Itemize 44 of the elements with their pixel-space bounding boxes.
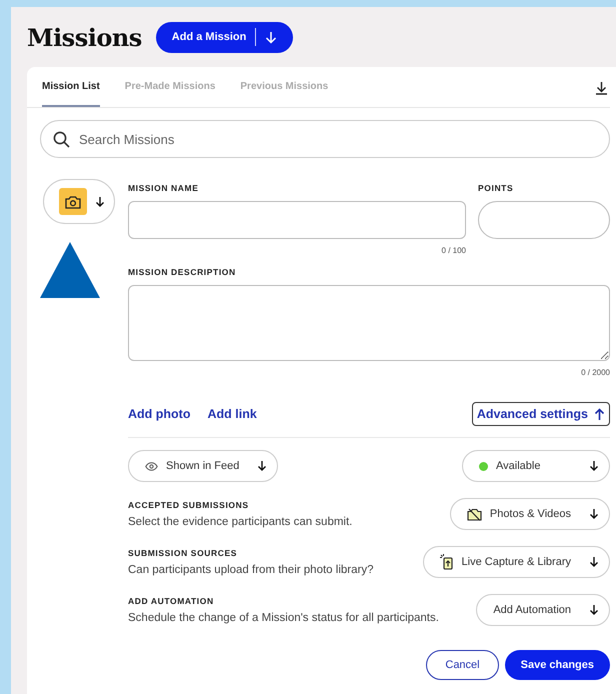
setting-description: Select the evidence participants can submit. (128, 516, 352, 528)
arrow-down-icon (265, 30, 278, 44)
search-icon (53, 131, 70, 148)
arrow-down-icon (589, 508, 599, 520)
page-title: Missions (27, 22, 142, 52)
arrow-down-icon (95, 196, 105, 208)
media-picker-button[interactable] (43, 179, 115, 224)
arrow-up-icon (594, 408, 605, 420)
tab[interactable]: Mission List (42, 67, 100, 107)
mission-description-field[interactable] (128, 285, 610, 361)
arrow-down-icon (589, 460, 599, 472)
arrow-down-icon (589, 556, 599, 568)
field-label: MISSION DESCRIPTION (128, 267, 237, 277)
points-field[interactable] (478, 201, 610, 239)
eye-icon (145, 462, 158, 470)
link[interactable]: Add photo (128, 407, 190, 421)
setting-heading: SUBMISSION SOURCES (128, 548, 238, 558)
download-icon[interactable] (595, 81, 608, 95)
triangle-marker (40, 242, 100, 298)
setting-heading: ACCEPTED SUBMISSIONS (128, 500, 250, 510)
character-counter: 0 / 100 (442, 246, 466, 255)
arrow-down-icon (257, 460, 268, 472)
character-counter: 0 / 2000 (581, 368, 610, 377)
cancel-button[interactable]: Cancel (426, 650, 499, 680)
arrow-down-icon (589, 604, 599, 616)
setting-description: Schedule the change of a Mission's status for all participants. (128, 612, 439, 624)
visibility-dropdown[interactable]: Shown in Feed (128, 450, 278, 482)
add-mission-button[interactable]: Add a Mission (156, 22, 294, 52)
setting-heading: ADD AUTOMATION (128, 596, 215, 606)
phone-upload-icon (440, 554, 454, 570)
field-label: POINTS (478, 183, 514, 193)
status-dropdown[interactable]: Available (462, 450, 610, 482)
setting-dropdown[interactable]: Live Capture & Library (422, 546, 610, 578)
field-label: MISSION NAME (128, 183, 200, 193)
setting-dropdown[interactable]: Add Automation (476, 594, 610, 626)
save-button[interactable]: Save changes (504, 650, 610, 680)
search-field[interactable]: Search Missions (40, 120, 610, 158)
camera-icon (59, 188, 87, 215)
camera-off-icon (466, 508, 482, 520)
setting-dropdown[interactable]: Photos & Videos (450, 498, 610, 530)
mission-name-field[interactable] (128, 201, 466, 239)
setting-description: Can participants upload from their photo library? (128, 564, 374, 576)
link[interactable]: Add link (207, 407, 257, 421)
advanced-settings-button[interactable]: Advanced settings (472, 402, 610, 426)
